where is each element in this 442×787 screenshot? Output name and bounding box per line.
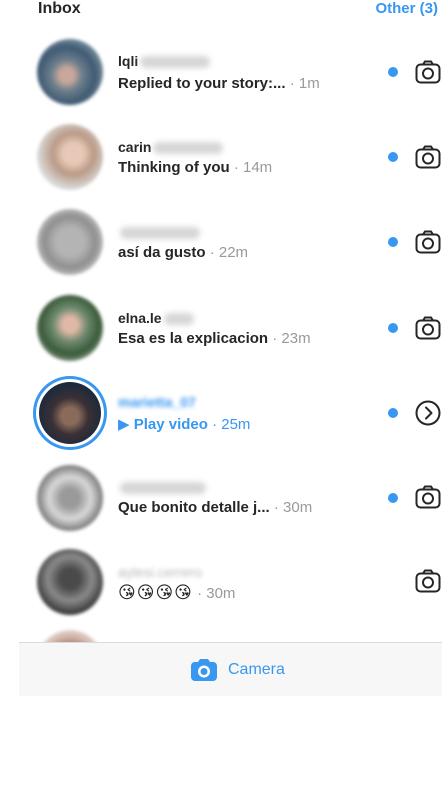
thread-preview: Thinking of you · 14m — [118, 159, 273, 176]
play-video-link[interactable]: ▶ Play video — [118, 416, 208, 433]
thread-username: carin — [118, 139, 224, 155]
thread-username — [118, 479, 206, 495]
camera-icon — [191, 659, 217, 681]
avatar[interactable] — [37, 295, 103, 361]
thread-username: aylesi.cerrero — [118, 564, 203, 580]
thread-preview: Replied to your story:... · 1m — [118, 75, 320, 92]
thread-list[interactable]: lqli Replied to your story:... · 1m cari… — [0, 30, 442, 642]
camera-icon[interactable] — [414, 483, 442, 511]
unread-dot — [388, 237, 398, 247]
camera-icon[interactable] — [414, 228, 442, 256]
other-requests-link[interactable]: Other (3) — [375, 0, 438, 17]
inbox-header: Inbox Other (3) — [0, 0, 442, 30]
camera-icon[interactable] — [414, 58, 442, 86]
thread-row[interactable]: elna.le Esa es la explicacion · 23m — [0, 290, 442, 376]
avatar — [39, 382, 101, 444]
camera-icon[interactable] — [414, 143, 442, 171]
camera-label: Camera — [228, 661, 285, 678]
thread-row[interactable]: marietta_07 ▶ Play video · 25m — [0, 375, 442, 461]
thread-row[interactable] — [0, 630, 442, 642]
avatar[interactable] — [37, 465, 103, 531]
thread-row[interactable]: así da gusto · 22m — [0, 204, 442, 290]
thread-username: marietta_07 — [118, 394, 196, 410]
redacted-username — [120, 227, 200, 240]
bottom-tab-bar: Camera — [19, 642, 442, 696]
thread-preview: ▶ Play video · 25m — [118, 416, 251, 433]
thread-row[interactable]: aylesi.cerrero 😘😘😘😘 · 30m — [0, 547, 442, 633]
thread-preview: Esa es la explicacion · 23m — [118, 330, 311, 347]
redacted-username — [140, 56, 211, 69]
avatar[interactable] — [37, 630, 103, 642]
thread-row[interactable]: carin Thinking of you · 14m — [0, 119, 442, 205]
avatar-with-story-ring[interactable] — [33, 376, 107, 450]
avatar[interactable] — [37, 39, 103, 105]
thread-username — [118, 224, 200, 240]
chevron-right-icon[interactable] — [414, 399, 442, 427]
unread-dot — [388, 408, 398, 418]
redacted-username — [163, 313, 194, 326]
thread-row[interactable]: Que bonito detalle j... · 30m — [0, 461, 442, 547]
thread-username: lqli — [118, 53, 211, 69]
redacted-username — [120, 482, 206, 495]
avatar[interactable] — [37, 549, 103, 615]
unread-dot — [388, 323, 398, 333]
thread-row[interactable]: lqli Replied to your story:... · 1m — [0, 33, 442, 119]
thread-username: elna.le — [118, 310, 194, 326]
thread-preview: Que bonito detalle j... · 30m — [118, 499, 313, 516]
camera-button[interactable]: Camera — [190, 658, 285, 682]
camera-icon[interactable] — [414, 567, 442, 595]
unread-dot — [388, 493, 398, 503]
thread-preview: así da gusto · 22m — [118, 244, 249, 261]
camera-icon[interactable] — [414, 314, 442, 342]
thread-preview: 😘😘😘😘 · 30m — [118, 583, 236, 603]
avatar[interactable] — [37, 209, 103, 275]
avatar[interactable] — [37, 124, 103, 190]
unread-dot — [388, 152, 398, 162]
inbox-title: Inbox — [38, 0, 81, 17]
unread-dot — [388, 67, 398, 77]
redacted-username — [153, 142, 224, 155]
